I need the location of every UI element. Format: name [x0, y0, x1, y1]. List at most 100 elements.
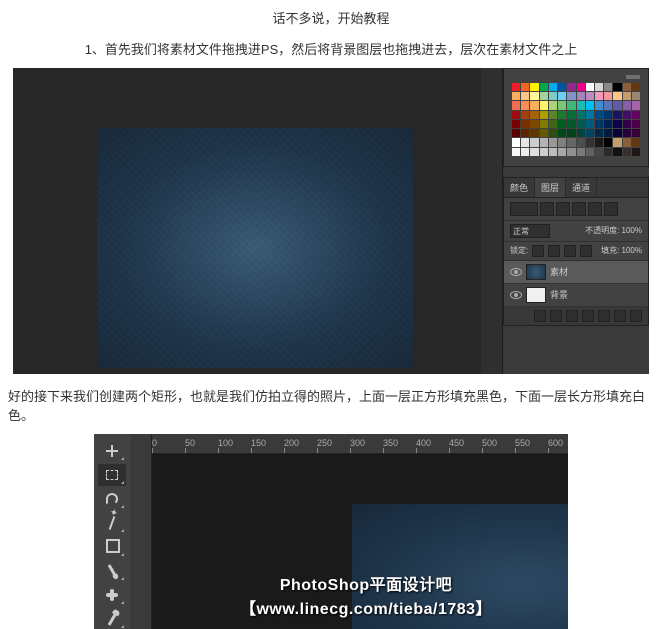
swatch[interactable] — [586, 111, 594, 119]
swatch[interactable] — [530, 92, 538, 100]
swatch[interactable] — [604, 120, 612, 128]
swatch[interactable] — [530, 138, 538, 146]
swatch[interactable] — [558, 120, 566, 128]
swatch[interactable] — [595, 129, 603, 137]
swatch[interactable] — [540, 111, 548, 119]
visibility-icon[interactable] — [510, 268, 522, 276]
swatch[interactable] — [540, 120, 548, 128]
swatch[interactable] — [512, 101, 520, 109]
swatch[interactable] — [521, 101, 529, 109]
tab-color[interactable]: 颜色 — [504, 178, 535, 197]
crop-tool[interactable] — [98, 536, 126, 558]
swatch[interactable] — [577, 148, 585, 156]
swatch[interactable] — [540, 129, 548, 137]
filter-pixel-icon[interactable] — [540, 202, 554, 216]
filter-shape-icon[interactable] — [588, 202, 602, 216]
swatch[interactable] — [623, 101, 631, 109]
swatch[interactable] — [558, 129, 566, 137]
swatch[interactable] — [577, 129, 585, 137]
delete-layer-icon[interactable] — [630, 310, 642, 322]
swatch[interactable] — [604, 83, 612, 91]
swatch[interactable] — [623, 129, 631, 137]
swatch[interactable] — [586, 101, 594, 109]
swatch[interactable] — [632, 92, 640, 100]
swatch[interactable] — [586, 120, 594, 128]
visibility-icon[interactable] — [510, 291, 522, 299]
swatch[interactable] — [623, 83, 631, 91]
swatch[interactable] — [567, 92, 575, 100]
filter-type-icon[interactable] — [572, 202, 586, 216]
swatch[interactable] — [567, 83, 575, 91]
swatch[interactable] — [604, 129, 612, 137]
move-tool[interactable] — [98, 440, 126, 462]
swatch[interactable] — [613, 92, 621, 100]
link-layers-icon[interactable] — [534, 310, 546, 322]
swatch[interactable] — [549, 129, 557, 137]
swatch[interactable] — [586, 129, 594, 137]
swatch[interactable] — [558, 92, 566, 100]
panel-menu-icon[interactable] — [626, 75, 640, 79]
swatch[interactable] — [558, 111, 566, 119]
swatch[interactable] — [521, 138, 529, 146]
tab-channels[interactable]: 通道 — [566, 178, 597, 197]
swatch[interactable] — [521, 129, 529, 137]
swatch[interactable] — [512, 120, 520, 128]
filter-adjust-icon[interactable] — [556, 202, 570, 216]
swatch[interactable] — [595, 111, 603, 119]
swatch[interactable] — [512, 83, 520, 91]
swatch[interactable] — [613, 111, 621, 119]
swatch[interactable] — [604, 148, 612, 156]
group-icon[interactable] — [598, 310, 610, 322]
layer-filter-kind[interactable] — [510, 202, 538, 216]
swatch[interactable] — [540, 138, 548, 146]
swatch[interactable] — [595, 148, 603, 156]
panel-collapse-strip[interactable] — [481, 68, 503, 374]
swatch[interactable] — [623, 120, 631, 128]
lock-all-icon[interactable] — [580, 245, 592, 257]
swatch[interactable] — [604, 92, 612, 100]
swatch[interactable] — [521, 92, 529, 100]
swatch[interactable] — [540, 101, 548, 109]
swatch[interactable] — [530, 83, 538, 91]
swatch[interactable] — [521, 120, 529, 128]
swatch[interactable] — [604, 101, 612, 109]
swatch[interactable] — [613, 101, 621, 109]
swatch[interactable] — [577, 120, 585, 128]
swatch[interactable] — [595, 101, 603, 109]
swatch[interactable] — [613, 129, 621, 137]
layer-item-1[interactable]: 素材 — [504, 261, 648, 284]
swatch[interactable] — [604, 111, 612, 119]
swatch[interactable] — [632, 138, 640, 146]
swatch[interactable] — [558, 83, 566, 91]
swatch[interactable] — [540, 148, 548, 156]
swatch[interactable] — [632, 120, 640, 128]
swatch[interactable] — [604, 138, 612, 146]
swatch[interactable] — [549, 111, 557, 119]
swatch[interactable] — [567, 101, 575, 109]
new-layer-icon[interactable] — [614, 310, 626, 322]
layer-style-icon[interactable] — [550, 310, 562, 322]
swatch[interactable] — [623, 111, 631, 119]
swatch[interactable] — [521, 111, 529, 119]
swatch[interactable] — [577, 138, 585, 146]
blend-mode-select[interactable]: 正常 — [510, 224, 550, 238]
swatch[interactable] — [549, 92, 557, 100]
swatch[interactable] — [549, 120, 557, 128]
swatch[interactable] — [595, 138, 603, 146]
swatch[interactable] — [567, 111, 575, 119]
swatch[interactable] — [632, 101, 640, 109]
swatch[interactable] — [577, 83, 585, 91]
swatch[interactable] — [632, 111, 640, 119]
swatch[interactable] — [632, 148, 640, 156]
filter-smart-icon[interactable] — [604, 202, 618, 216]
swatch[interactable] — [521, 148, 529, 156]
swatch[interactable] — [512, 92, 520, 100]
swatch[interactable] — [558, 138, 566, 146]
swatch[interactable] — [549, 101, 557, 109]
swatch[interactable] — [613, 83, 621, 91]
swatch[interactable] — [558, 148, 566, 156]
swatch[interactable] — [613, 120, 621, 128]
swatch[interactable] — [613, 138, 621, 146]
marquee-tool[interactable] — [98, 464, 126, 486]
swatch[interactable] — [567, 120, 575, 128]
